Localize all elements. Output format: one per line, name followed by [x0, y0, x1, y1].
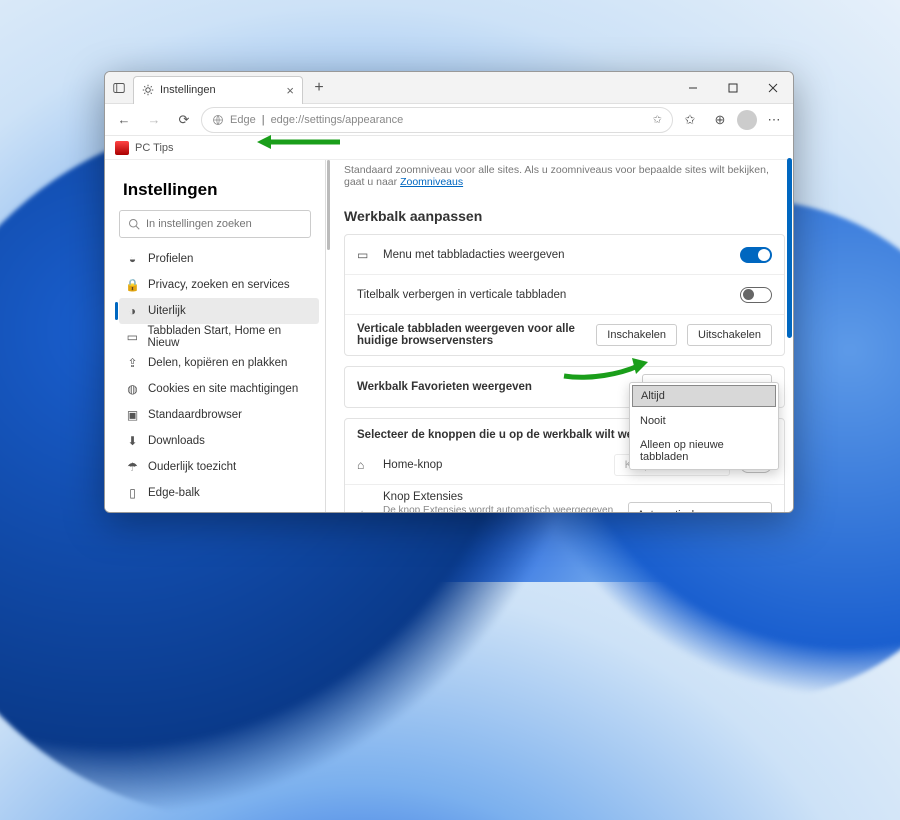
bookmark-favicon: [115, 141, 129, 155]
sidebar-item-label: Uiterlijk: [148, 305, 186, 317]
refresh-button[interactable]: ⟳: [171, 107, 197, 133]
read-aloud-icon[interactable]: ✩: [653, 113, 662, 126]
paint-icon: ◑: [125, 304, 140, 318]
row-vertical-tabs: Verticale tabbladen weergeven voor alle …: [345, 315, 784, 355]
sidebar-item-lock[interactable]: 🔒 Privacy, zoeken en services: [119, 272, 319, 298]
sidebar-item-label: Standaardbrowser: [148, 409, 242, 421]
favorites-dropdown-menu[interactable]: Altijd Nooit Alleen op nieuwe tabbladen: [629, 382, 779, 470]
sidebar-item-label: Ouderlijk toezicht: [148, 461, 236, 473]
tab-actions-icon[interactable]: [105, 82, 133, 94]
gear-icon: [142, 84, 154, 96]
browser-tab[interactable]: Instellingen ×: [133, 76, 303, 104]
tab-close-icon[interactable]: ×: [286, 83, 294, 98]
toolbar: ← → ⟳ Edge | edge://settings/appearance …: [105, 104, 793, 136]
cookie-icon: ◍: [125, 382, 140, 396]
sidebar-item-paint[interactable]: ◑ Uiterlijk: [119, 298, 319, 324]
sidebar-item-label: Privacy, zoeken en services: [148, 279, 290, 291]
row-tab-actions: ▭ Menu met tabbladacties weergeven: [345, 235, 784, 275]
sidebar-item-tab[interactable]: ▭ Tabbladen Start, Home en Nieuw: [119, 324, 319, 350]
sidebar-item-label: Edge-balk: [148, 487, 200, 499]
minimize-button[interactable]: [673, 72, 713, 104]
edgebar-icon: ▯: [125, 486, 140, 500]
browser-icon: ▣: [125, 408, 140, 422]
tab-title: Instellingen: [160, 84, 280, 96]
toggle-tab-actions[interactable]: [740, 247, 772, 263]
user-icon: ◒: [125, 252, 140, 266]
browser-window: Instellingen × + ← → ⟳ Edge | edge://set…: [104, 71, 794, 513]
zoom-link[interactable]: Zoomniveaus: [400, 176, 463, 188]
close-button[interactable]: [753, 72, 793, 104]
bookmark-item[interactable]: PC Tips: [135, 142, 174, 154]
sidebar-item-label: Cookies en site machtigingen: [148, 383, 298, 395]
search-icon: [128, 218, 140, 230]
sidebar-item-label: Delen, kopiëren en plakken: [148, 357, 287, 369]
sidebar-item-label: Downloads: [148, 435, 205, 447]
maximize-button[interactable]: [713, 72, 753, 104]
zoom-note: Standaard zoomniveau voor alle sites. Al…: [344, 160, 785, 190]
home-icon: ⌂: [357, 458, 373, 472]
section-heading: Werkbalk aanpassen: [344, 208, 785, 224]
engine-label: Edge: [230, 114, 256, 126]
address-bar[interactable]: Edge | edge://settings/appearance ✩: [201, 107, 673, 133]
sidebar-item-edgebar[interactable]: ▯ Edge-balk: [119, 480, 319, 506]
collections-icon[interactable]: ⊕: [707, 107, 733, 133]
extensions-icon: ✧: [357, 508, 373, 513]
back-button[interactable]: ←: [111, 107, 137, 133]
sidebar-item-user[interactable]: ◒ Profielen: [119, 246, 319, 272]
sidebar-item-cookie[interactable]: ◍ Cookies en site machtigingen: [119, 376, 319, 402]
tab-icon: ▭: [357, 248, 373, 262]
row-hide-title: Titelbalk verbergen in verticale tabblad…: [345, 275, 784, 315]
lock-icon: 🔒: [125, 278, 140, 292]
menu-button[interactable]: ⋯: [761, 107, 787, 133]
sidebar-item-label: Tabbladen Start, Home en Nieuw: [148, 325, 311, 349]
family-icon: ☂: [125, 460, 140, 474]
forward-button: →: [141, 107, 167, 133]
sidebar-item-share[interactable]: ⇪ Delen, kopiëren en plakken: [119, 350, 319, 376]
url-text: edge://settings/appearance: [271, 114, 404, 126]
new-tab-button[interactable]: +: [307, 79, 331, 97]
sidebar-item-browser[interactable]: ▣ Standaardbrowser: [119, 402, 319, 428]
row-extensions: ✧ Knop Extensies De knop Extensies wordt…: [345, 485, 784, 512]
disable-button[interactable]: Uitschakelen: [687, 324, 772, 346]
settings-main: Standaard zoomniveau voor alle sites. Al…: [330, 160, 793, 512]
sidebar-item-label: Profielen: [148, 253, 193, 265]
dropdown-option[interactable]: Nooit: [630, 409, 778, 433]
scrollbar[interactable]: [787, 158, 792, 338]
settings-sidebar: Instellingen ◒ Profielen 🔒 Privacy, zoeken …: [105, 160, 325, 512]
page-title: Instellingen: [123, 180, 315, 200]
enable-button[interactable]: Inschakelen: [596, 324, 677, 346]
profile-avatar[interactable]: [737, 110, 757, 130]
sidebar-item-family[interactable]: ☂ Ouderlijk toezicht: [119, 454, 319, 480]
search-input[interactable]: [146, 218, 302, 230]
extensions-dropdown[interactable]: Automatisch weergeven ⌄: [628, 502, 772, 513]
dropdown-option[interactable]: Altijd: [632, 385, 776, 407]
tab-icon: ▭: [125, 330, 140, 344]
site-info-icon: [212, 114, 224, 126]
dropdown-option[interactable]: Alleen op nieuwe tabbladen: [630, 433, 778, 469]
bookmarks-bar: PC Tips: [105, 136, 793, 160]
titlebar: Instellingen × +: [105, 72, 793, 104]
sidebar-item-lang[interactable]: AᵇTalen: [119, 506, 319, 512]
share-icon: ⇪: [125, 356, 140, 370]
download-icon: ⬇: [125, 434, 140, 448]
chevron-down-icon: ⌄: [755, 509, 763, 512]
sidebar-item-download[interactable]: ⬇ Downloads: [119, 428, 319, 454]
settings-search[interactable]: [119, 210, 311, 238]
toggle-hide-title[interactable]: [740, 287, 772, 303]
favorites-icon[interactable]: ✩: [677, 107, 703, 133]
